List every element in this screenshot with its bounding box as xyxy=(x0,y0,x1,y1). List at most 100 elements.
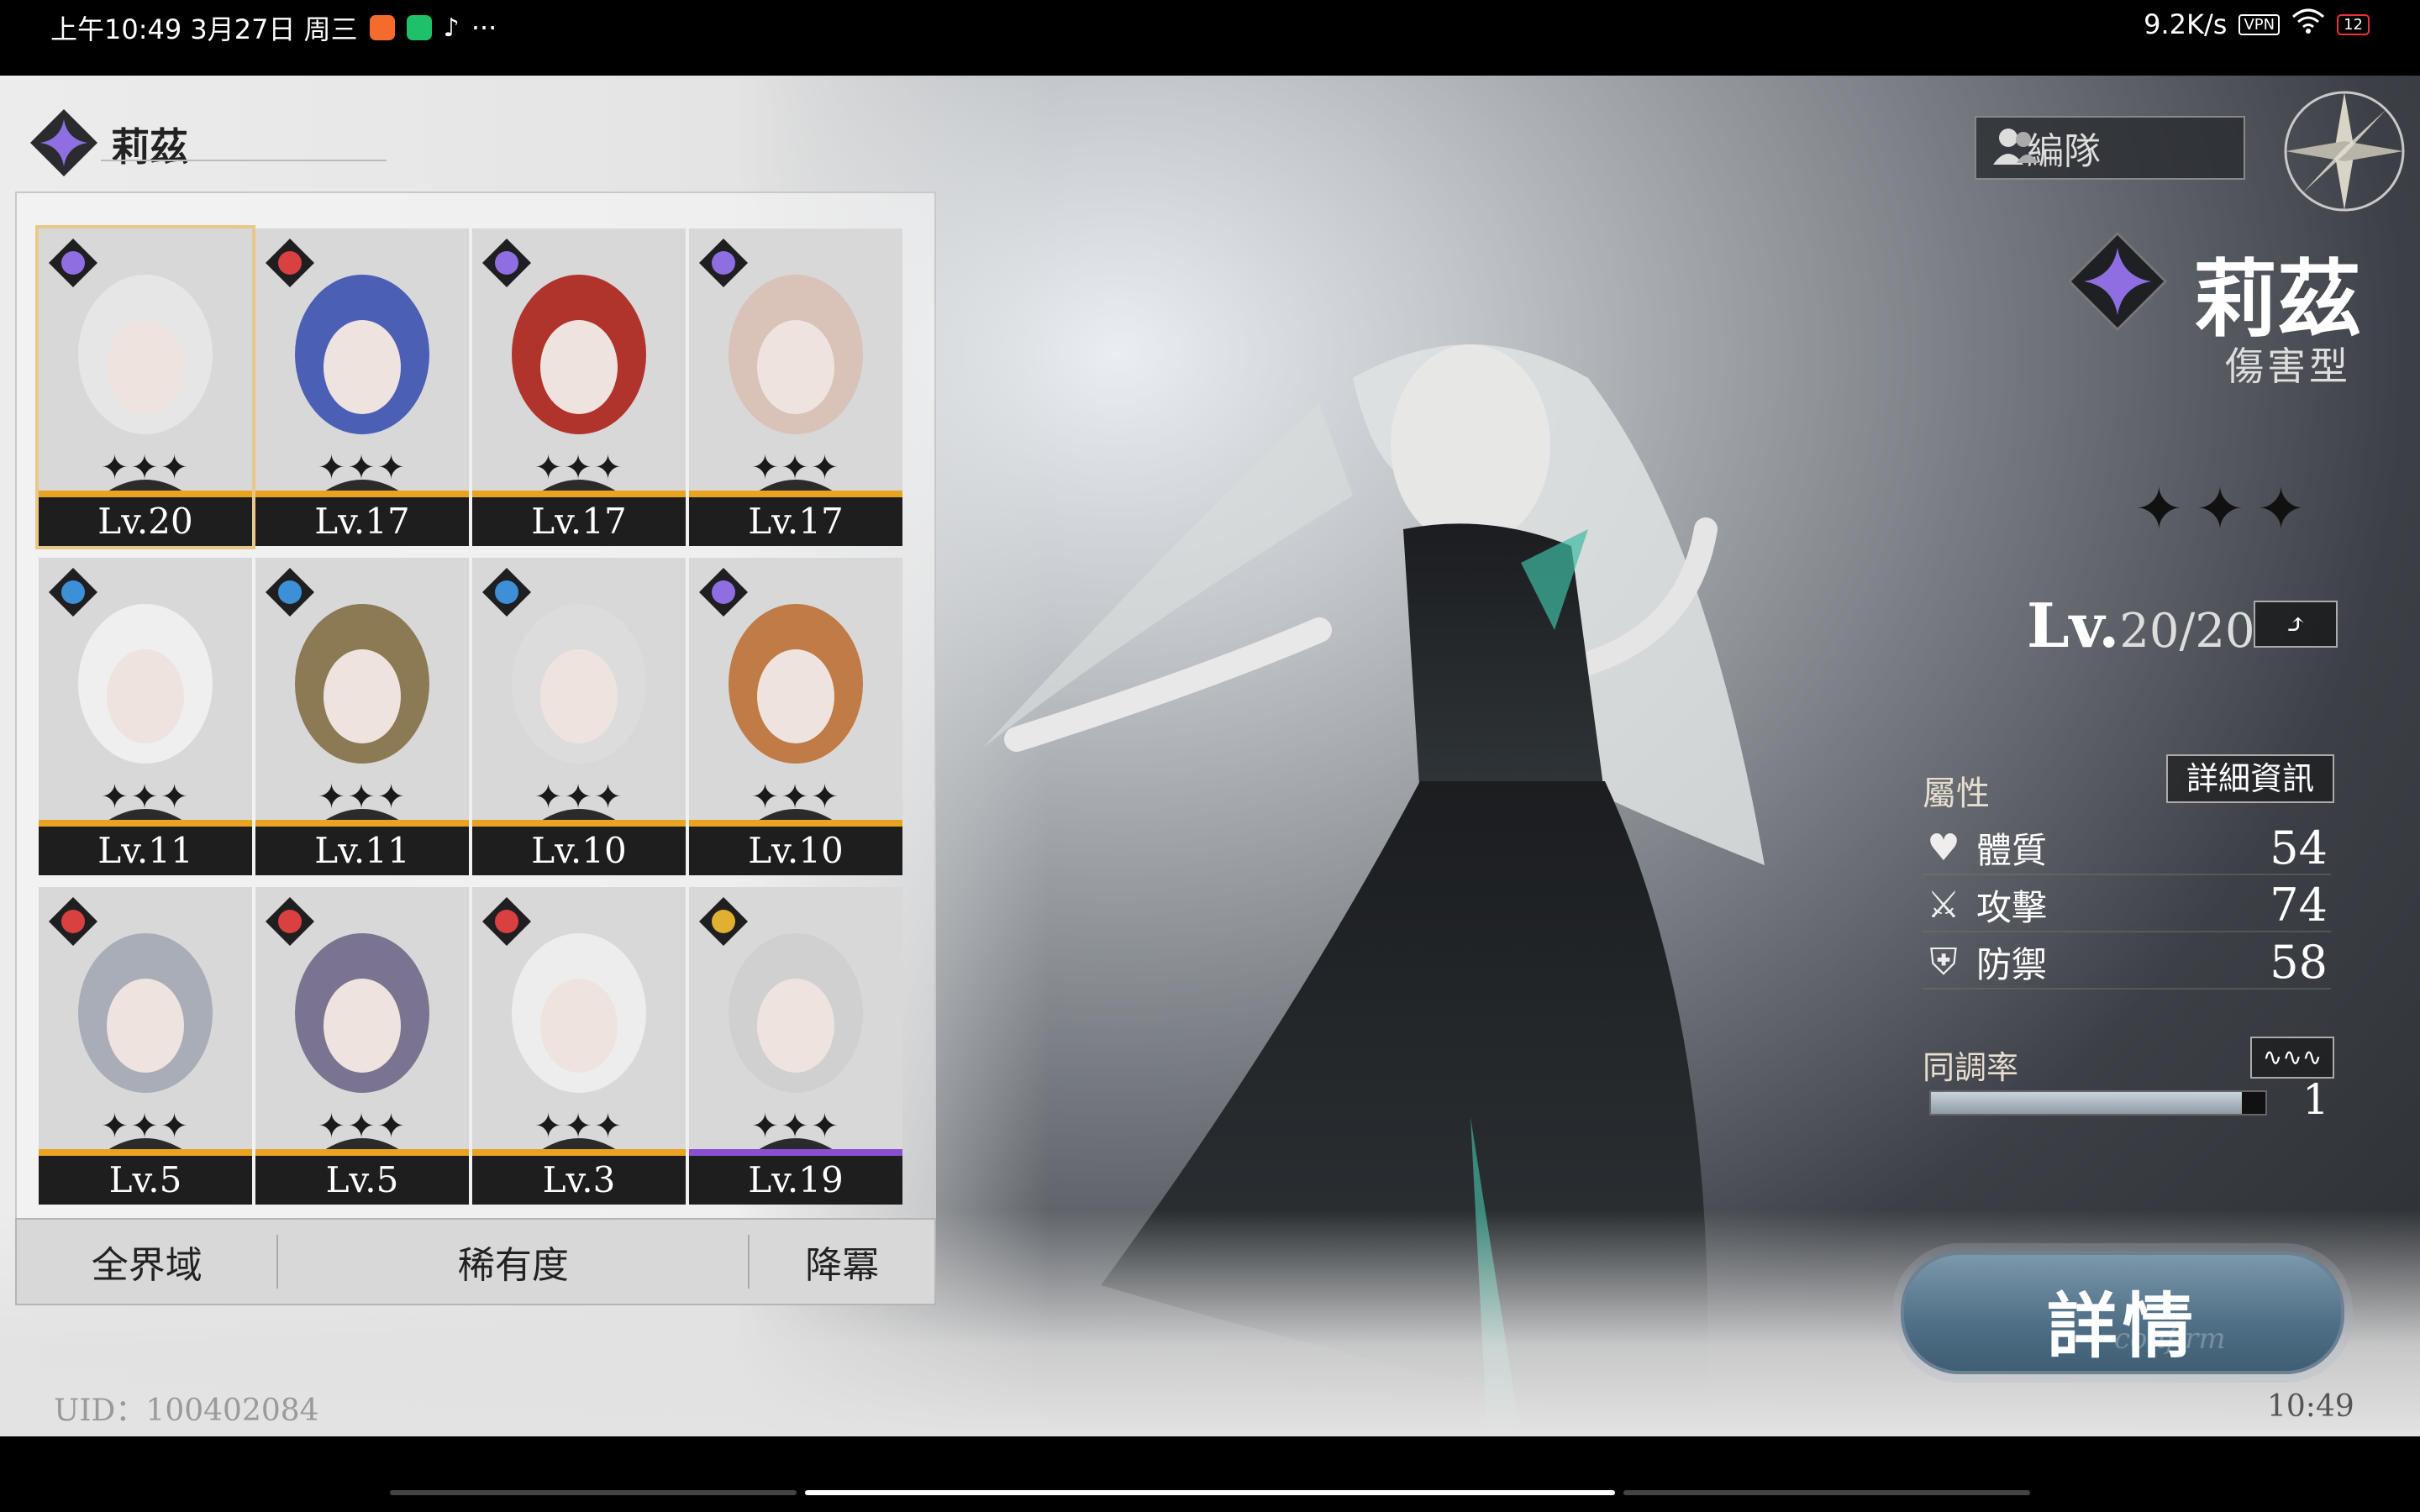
home-indicator[interactable] xyxy=(805,1490,1615,1495)
faction-badge-icon xyxy=(482,239,531,287)
character-card[interactable]: ✦✦✦ Lv.5 xyxy=(255,887,469,1205)
card-rank-stars: ✦✦✦ xyxy=(100,449,191,487)
system-status-bar: 上午10:49 3月27日 周三 ♪ ··· 9.2K/s VPN 12 xyxy=(0,0,2420,76)
level-up-button[interactable]: ⤴ xyxy=(2254,601,2338,648)
faction-badge-icon xyxy=(266,568,314,617)
card-level: Lv.11 xyxy=(39,827,252,875)
team-formation-button[interactable]: 編隊 xyxy=(1975,116,2245,180)
wifi-icon xyxy=(2291,8,2325,40)
rarity-bar xyxy=(472,820,686,827)
card-level: Lv.3 xyxy=(472,1156,686,1205)
card-level: Lv.11 xyxy=(255,827,469,875)
faction-badge-icon xyxy=(49,897,97,946)
attribute-value: 58 xyxy=(2270,935,2328,989)
card-rank-stars: ✦✦✦ xyxy=(534,1107,624,1146)
card-rank-stars: ✦✦✦ xyxy=(750,449,841,487)
rarity-filter-button[interactable]: 稀有度 xyxy=(278,1235,750,1289)
details-button-subtext: confirm xyxy=(2114,1322,2226,1356)
card-rank-stars: ✦✦✦ xyxy=(100,778,191,816)
nav-handle-left xyxy=(390,1490,797,1495)
sync-wave-button[interactable]: ∿∿∿ xyxy=(2250,1037,2334,1079)
compass-menu-icon[interactable] xyxy=(2277,84,2412,218)
sync-rate-fill xyxy=(1931,1092,2243,1114)
faction-badge-icon xyxy=(482,568,531,617)
attribute-name: 體質 xyxy=(1976,829,2048,871)
app-notification-icon xyxy=(369,15,395,40)
user-id: UID：100402084 xyxy=(54,1394,319,1428)
faction-badge-icon xyxy=(266,897,314,946)
character-type: 傷害型 xyxy=(2225,344,2351,389)
rank-stars: ✦✦✦ xyxy=(2134,475,2317,543)
attributes-title: 屬性 xyxy=(1923,774,1990,813)
faction-badge-icon xyxy=(482,897,531,946)
details-button[interactable]: 詳情 confirm xyxy=(1901,1252,2344,1374)
domain-filter-button[interactable]: 全界域 xyxy=(17,1235,279,1289)
level-prefix: Lv. xyxy=(2027,590,2120,661)
character-card[interactable]: ✦✦✦ Lv.11 xyxy=(255,558,469,875)
sync-rate-title: 同調率 xyxy=(1923,1049,2019,1086)
team-icon xyxy=(1990,126,2040,171)
faction-badge-icon xyxy=(49,568,97,617)
rarity-bar xyxy=(689,820,902,827)
character-card[interactable]: ✦✦✦ Lv.20 xyxy=(35,225,255,549)
rarity-bar xyxy=(255,491,469,497)
character-grid: ✦✦✦ Lv.20 ✦✦✦ Lv.17 ✦✦✦ Lv.17 ✦✦✦ Lv.17 ✦✦✦ Lv.11… xyxy=(35,225,904,1205)
rarity-bar xyxy=(39,1149,252,1156)
character-card[interactable]: ✦✦✦ Lv.11 xyxy=(39,558,252,875)
character-card[interactable]: ✦✦✦ Lv.10 xyxy=(689,558,902,875)
faction-badge-icon xyxy=(699,568,748,617)
sync-rate-value: 1 xyxy=(2302,1075,2329,1124)
attribute-value: 54 xyxy=(2270,821,2328,874)
card-rank-stars: ✦✦✦ xyxy=(317,1107,408,1146)
character-card[interactable]: ✦✦✦ Lv.17 xyxy=(472,228,686,546)
card-rank-stars: ✦✦✦ xyxy=(317,449,408,487)
nav-handle-right xyxy=(1623,1490,2030,1495)
card-level: Lv.17 xyxy=(255,497,469,546)
character-level: Lv.20/20 xyxy=(2027,590,2255,661)
rarity-bar xyxy=(39,820,252,827)
tiktok-icon: ♪ xyxy=(443,13,460,43)
detail-info-button[interactable]: 詳細資訊 xyxy=(2166,754,2334,803)
level-up-icon: ⤴ xyxy=(2284,608,2307,640)
character-card[interactable]: ✦✦✦ Lv.10 xyxy=(472,558,686,875)
battery-icon: 12 xyxy=(2337,13,2370,35)
rarity-bar xyxy=(472,491,686,497)
card-level: Lv.17 xyxy=(472,497,686,546)
sort-order-button[interactable]: 降冪 xyxy=(750,1235,934,1289)
attribute-value: 74 xyxy=(2270,878,2328,932)
game-clock: 10:49 xyxy=(2267,1389,2354,1424)
waveform-icon: ∿∿∿ xyxy=(2262,1043,2323,1071)
rarity-bar xyxy=(689,491,902,497)
card-rank-stars: ✦✦✦ xyxy=(534,778,624,816)
faction-emblem-icon xyxy=(29,108,99,181)
character-card[interactable]: ✦✦✦ Lv.17 xyxy=(689,228,902,546)
character-card[interactable]: ✦✦✦ Lv.19 xyxy=(689,887,902,1205)
app-notification-icon xyxy=(406,15,432,40)
character-faction-emblem-icon xyxy=(2067,231,2168,335)
card-rank-stars: ✦✦✦ xyxy=(317,778,408,816)
filter-bar: 全界域 稀有度 降冪 xyxy=(15,1218,936,1305)
character-name: 莉茲 xyxy=(2193,249,2361,349)
faction-badge-icon xyxy=(266,239,314,287)
attribute-name: 防禦 xyxy=(1976,943,2048,985)
card-rank-stars: ✦✦✦ xyxy=(750,778,841,816)
attribute-row-attack: ⚔ 攻擊 74 xyxy=(1923,879,2331,932)
game-screen: 莉茲 ✦✦✦ Lv.20 ✦✦✦ Lv.17 ✦✦✦ Lv.17 ✦✦✦ Lv.17 ✦✦✦ Lv… xyxy=(0,76,2420,1436)
card-rank-stars: ✦✦✦ xyxy=(534,449,624,487)
card-level: Lv.20 xyxy=(39,497,252,546)
selected-character-name: 莉茲 xyxy=(111,124,188,170)
vpn-icon: VPN xyxy=(2238,13,2281,35)
card-level: Lv.19 xyxy=(689,1156,902,1205)
card-level: Lv.5 xyxy=(255,1156,469,1205)
net-speed: 9.2K/s xyxy=(2144,8,2228,40)
rarity-bar xyxy=(689,1149,902,1156)
more-notifications-icon: ··· xyxy=(471,12,497,44)
character-card[interactable]: ✦✦✦ Lv.5 xyxy=(39,887,252,1205)
heart-icon: ♥ xyxy=(1927,826,1960,869)
rarity-bar xyxy=(39,491,252,497)
system-navigation-bar xyxy=(0,1436,2420,1512)
rarity-bar xyxy=(472,1149,686,1156)
character-card[interactable]: ✦✦✦ Lv.3 xyxy=(472,887,686,1205)
character-card[interactable]: ✦✦✦ Lv.17 xyxy=(255,228,469,546)
card-rank-stars: ✦✦✦ xyxy=(100,1107,191,1146)
